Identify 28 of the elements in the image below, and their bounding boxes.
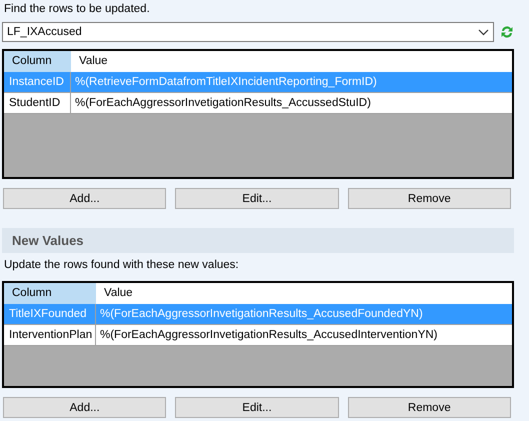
grid-row[interactable]: InterventionPlan %(ForEachAggressorInvetigationResults_AccusedInterventionYN)	[4, 325, 512, 346]
table-cell-text: %(ForEachAggressorInvetigationResults_AccusedFoundedYN)	[99, 307, 423, 322]
action-button[interactable]: Remove	[348, 188, 511, 209]
action-button[interactable]: Edit...	[175, 397, 339, 418]
action-button[interactable]: Remove	[348, 397, 511, 418]
table-cell-text: %(ForEachAggressorInvetigationResults_AccussedStuID)	[74, 96, 371, 111]
table-cell: StudentID	[4, 93, 71, 113]
action-button[interactable]: Add...	[3, 397, 166, 418]
action-button[interactable]: Edit...	[175, 188, 339, 209]
table-cell-text: %(RetrieveFormDatafromTitleIXIncidentReporting_FormID)	[74, 75, 377, 90]
instruction-text: Find the rows to be updated.	[3, 2, 151, 17]
section-title: New Values	[11, 233, 84, 248]
data-grid[interactable]: Column Value TitleIXFounded %(ForEachAggressorInvetigationResults_AccusedFoundedYN) InterventionPlan %(ForEachAggressorInvetigationResults_AccusedInterventionYN)	[2, 281, 514, 388]
column-header[interactable]: Value	[96, 283, 133, 304]
grid-row[interactable]: StudentID %(ForEachAggressorInvetigationResults_AccussedStuID)	[4, 93, 512, 114]
refresh-icon[interactable]	[500, 25, 514, 39]
column-header[interactable]: Column	[4, 51, 71, 72]
action-button[interactable]: Add...	[3, 188, 166, 209]
column-header[interactable]: Column	[4, 283, 96, 304]
table-dropdown[interactable]: LF_IXAccused	[2, 22, 494, 42]
instruction-text: Update the rows found with these new values:	[3, 258, 240, 273]
table-cell-text: %(ForEachAggressorInvetigationResults_AccusedInterventionYN)	[99, 328, 438, 343]
table-cell: InstanceID	[4, 72, 71, 92]
table-cell: InterventionPlan	[4, 325, 96, 345]
table-cell: TitleIXFounded	[4, 304, 96, 324]
column-header[interactable]: Value	[71, 51, 108, 72]
chevron-down-icon	[478, 28, 489, 36]
data-grid[interactable]: Column Value InstanceID %(RetrieveFormDatafromTitleIXIncidentReporting_FormID) StudentID %(ForEachAggressorInvetigationResults_AccussedStuID)	[2, 49, 514, 179]
